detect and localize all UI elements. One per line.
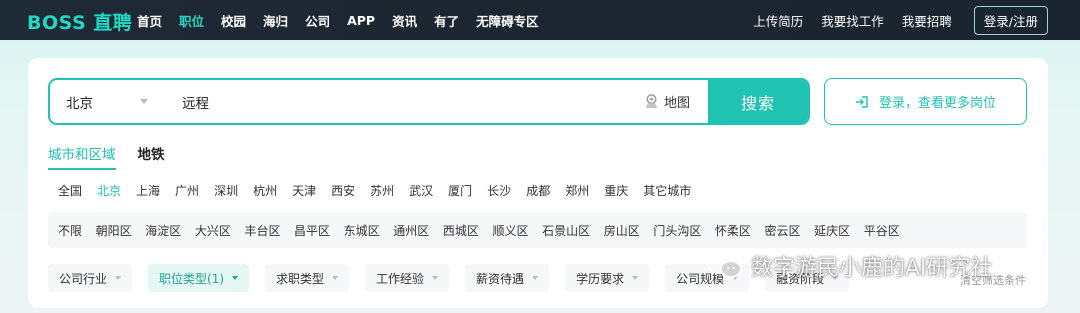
login-see-more-label: 登录，查看更多岗位 bbox=[878, 96, 996, 111]
city-item[interactable]: 其它城市 bbox=[643, 182, 691, 199]
caret-down-icon bbox=[432, 276, 439, 280]
filter-label: 工作经验 bbox=[376, 271, 425, 286]
nav-jobs[interactable]: 职位 bbox=[179, 11, 204, 30]
nav-campus[interactable]: 校园 bbox=[221, 11, 246, 30]
district-item[interactable]: 石景山区 bbox=[542, 222, 590, 239]
district-item[interactable]: 西城区 bbox=[443, 222, 479, 239]
nav-company[interactable]: 公司 bbox=[305, 11, 330, 30]
watermark-text: 数字游民小鹿的AI研究社 bbox=[751, 256, 993, 281]
login-icon bbox=[855, 95, 868, 108]
city-item[interactable]: 广州 bbox=[175, 182, 199, 199]
city-select[interactable]: 北京 bbox=[50, 80, 160, 123]
district-item[interactable]: 大兴区 bbox=[195, 222, 231, 239]
boss-logo[interactable]: BOSS 直聘 bbox=[27, 8, 132, 35]
caret-down-icon bbox=[232, 276, 239, 280]
district-item[interactable]: 朝阳区 bbox=[96, 222, 132, 239]
district-item[interactable]: 平谷区 bbox=[864, 222, 900, 239]
main-nav: 首页 职位 校园 海归 公司 APP 资讯 有了 无障碍专区 bbox=[137, 0, 556, 40]
city-item[interactable]: 北京 bbox=[97, 182, 121, 199]
district-item[interactable]: 丰台区 bbox=[244, 222, 280, 239]
recruit-link[interactable]: 我要招聘 bbox=[902, 11, 952, 30]
location-tabs: 城市和区域 地铁 bbox=[48, 143, 187, 170]
wechat-icon bbox=[706, 252, 742, 278]
filter-label: 薪资待遇 bbox=[476, 271, 525, 286]
district-item[interactable]: 东城区 bbox=[344, 222, 380, 239]
map-label: 地图 bbox=[663, 96, 690, 111]
caret-down-icon bbox=[115, 276, 122, 280]
search-button[interactable]: 搜索 bbox=[708, 80, 808, 123]
search-input[interactable] bbox=[160, 80, 643, 123]
city-item[interactable]: 杭州 bbox=[253, 182, 277, 199]
city-item[interactable]: 苏州 bbox=[370, 182, 394, 199]
city-item[interactable]: 武汉 bbox=[409, 182, 433, 199]
city-item[interactable]: 上海 bbox=[136, 182, 160, 199]
city-item[interactable]: 长沙 bbox=[487, 182, 511, 199]
city-item[interactable]: 重庆 bbox=[604, 182, 628, 199]
filter-employment-type[interactable]: 求职类型 bbox=[265, 264, 350, 292]
caret-down-icon bbox=[632, 276, 639, 280]
find-job-link[interactable]: 我要找工作 bbox=[821, 11, 884, 30]
district-item[interactable]: 通州区 bbox=[393, 222, 429, 239]
filter-industry[interactable]: 公司行业 bbox=[48, 264, 133, 292]
city-item[interactable]: 天津 bbox=[292, 182, 316, 199]
city-list: 全国 北京 上海 广州 深圳 杭州 天津 西安 苏州 武汉 厦门 长沙 成都 郑… bbox=[58, 182, 706, 199]
district-item[interactable]: 密云区 bbox=[765, 222, 801, 239]
nav-youle[interactable]: 有了 bbox=[434, 11, 459, 30]
login-register-button[interactable]: 登录/注册 bbox=[973, 5, 1048, 35]
district-item[interactable]: 房山区 bbox=[604, 222, 640, 239]
filter-label: 公司行业 bbox=[59, 271, 108, 286]
city-item[interactable]: 郑州 bbox=[565, 182, 589, 199]
filter-label: 学历要求 bbox=[576, 271, 625, 286]
city-item[interactable]: 深圳 bbox=[214, 182, 238, 199]
watermark: 数字游民小鹿的AI研究社 bbox=[705, 250, 993, 282]
upload-resume-link[interactable]: 上传简历 bbox=[753, 11, 803, 30]
city-item[interactable]: 西安 bbox=[331, 182, 355, 199]
top-nav-bar: BOSS 直聘 首页 职位 校园 海归 公司 APP 资讯 有了 无障碍专区 上… bbox=[0, 0, 1080, 40]
right-nav: 上传简历 我要找工作 我要招聘 登录/注册 bbox=[735, 0, 1048, 40]
map-button[interactable]: 地图 bbox=[643, 92, 708, 111]
city-item[interactable]: 成都 bbox=[526, 182, 550, 199]
city-select-value: 北京 bbox=[66, 95, 93, 112]
caret-down-icon bbox=[140, 99, 148, 104]
search-bar: 北京 地图 搜索 bbox=[48, 78, 810, 125]
district-item[interactable]: 昌平区 bbox=[294, 222, 330, 239]
nav-news[interactable]: 资讯 bbox=[392, 11, 417, 30]
filter-education[interactable]: 学历要求 bbox=[565, 264, 650, 292]
city-item[interactable]: 全国 bbox=[58, 182, 82, 199]
nav-home[interactable]: 首页 bbox=[137, 11, 162, 30]
district-item[interactable]: 不限 bbox=[58, 222, 82, 239]
nav-accessibility[interactable]: 无障碍专区 bbox=[476, 11, 539, 30]
district-item[interactable]: 延庆区 bbox=[814, 222, 850, 239]
district-item[interactable]: 海淀区 bbox=[145, 222, 181, 239]
caret-down-icon bbox=[532, 276, 539, 280]
caret-down-icon bbox=[332, 276, 339, 280]
login-see-more-button[interactable]: 登录，查看更多岗位 bbox=[824, 78, 1027, 125]
filter-experience[interactable]: 工作经验 bbox=[365, 264, 450, 292]
tab-city-district[interactable]: 城市和区域 bbox=[48, 143, 116, 170]
district-item[interactable]: 门头沟区 bbox=[653, 222, 701, 239]
district-item[interactable]: 怀柔区 bbox=[715, 222, 751, 239]
filter-job-type[interactable]: 职位类型(1) bbox=[148, 264, 250, 292]
district-list: 不限 朝阳区 海淀区 大兴区 丰台区 昌平区 东城区 通州区 西城区 顺义区 石… bbox=[48, 212, 1027, 248]
filter-label: 职位类型(1) bbox=[159, 271, 225, 286]
filter-salary[interactable]: 薪资待遇 bbox=[465, 264, 550, 292]
tab-subway[interactable]: 地铁 bbox=[138, 143, 165, 170]
filter-label: 求职类型 bbox=[276, 271, 325, 286]
city-item[interactable]: 厦门 bbox=[448, 182, 472, 199]
nav-app[interactable]: APP bbox=[347, 13, 375, 28]
district-item[interactable]: 顺义区 bbox=[492, 222, 528, 239]
nav-overseas[interactable]: 海归 bbox=[263, 11, 288, 30]
map-pin-icon bbox=[645, 94, 658, 109]
